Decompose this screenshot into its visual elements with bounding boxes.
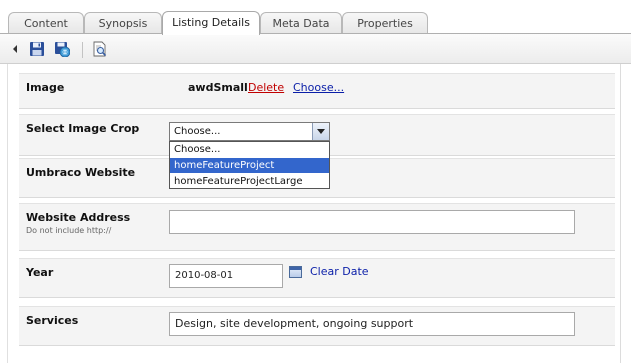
year-date-input[interactable]: 2010-08-01: [169, 264, 283, 288]
crop-option-highlighted[interactable]: homeFeatureProject: [170, 158, 329, 173]
listing-details-panel: Image awdSmall Delete Choose... Select I…: [0, 64, 631, 363]
image-filename: awdSmall: [188, 81, 248, 94]
tab-bar: Content Synopsis Listing Details Meta Da…: [0, 0, 631, 35]
crop-option[interactable]: homeFeatureProjectLarge: [170, 174, 329, 189]
website-address-input[interactable]: [169, 210, 575, 234]
toolbar-separator: [82, 42, 83, 58]
image-label: Image: [26, 81, 65, 94]
clear-date-link[interactable]: Clear Date: [310, 265, 369, 278]
tab-properties[interactable]: Properties: [342, 12, 428, 34]
panel-border-right: [620, 64, 621, 363]
delete-image-link[interactable]: Delete: [248, 81, 284, 94]
image-crop-label: Select Image Crop: [26, 122, 140, 135]
image-crop-selected: Choose...: [174, 126, 221, 137]
services-input[interactable]: Design, site development, ongoing suppor…: [169, 312, 575, 336]
image-crop-dropdown: Choose... homeFeatureProject homeFeature…: [169, 141, 330, 189]
website-address-hint: Do not include http://: [26, 226, 112, 235]
umbraco-website-label: Umbraco Website: [26, 166, 136, 179]
choose-image-link[interactable]: Choose...: [293, 81, 344, 94]
calendar-icon[interactable]: [289, 266, 302, 278]
image-crop-select[interactable]: Choose...: [169, 122, 330, 141]
website-address-label: Website Address: [26, 211, 131, 224]
save-icon[interactable]: [29, 41, 45, 57]
save-publish-icon[interactable]: [54, 41, 70, 57]
preview-icon[interactable]: [92, 41, 108, 57]
tab-synopsis[interactable]: Synopsis: [84, 12, 162, 34]
crop-option[interactable]: Choose...: [170, 142, 329, 157]
chevron-down-icon[interactable]: [312, 123, 329, 140]
services-label: Services: [26, 314, 79, 327]
collapse-arrow-icon[interactable]: [13, 45, 17, 53]
panel-border-left: [7, 64, 8, 363]
image-row: Image awdSmall Delete Choose...: [19, 73, 615, 109]
year-label: Year: [26, 266, 54, 279]
tab-content[interactable]: Content: [8, 12, 84, 34]
tab-meta-data[interactable]: Meta Data: [260, 12, 342, 34]
tab-listing-details[interactable]: Listing Details: [162, 11, 260, 35]
toolbar: [0, 34, 631, 64]
year-row: Year: [19, 258, 615, 298]
